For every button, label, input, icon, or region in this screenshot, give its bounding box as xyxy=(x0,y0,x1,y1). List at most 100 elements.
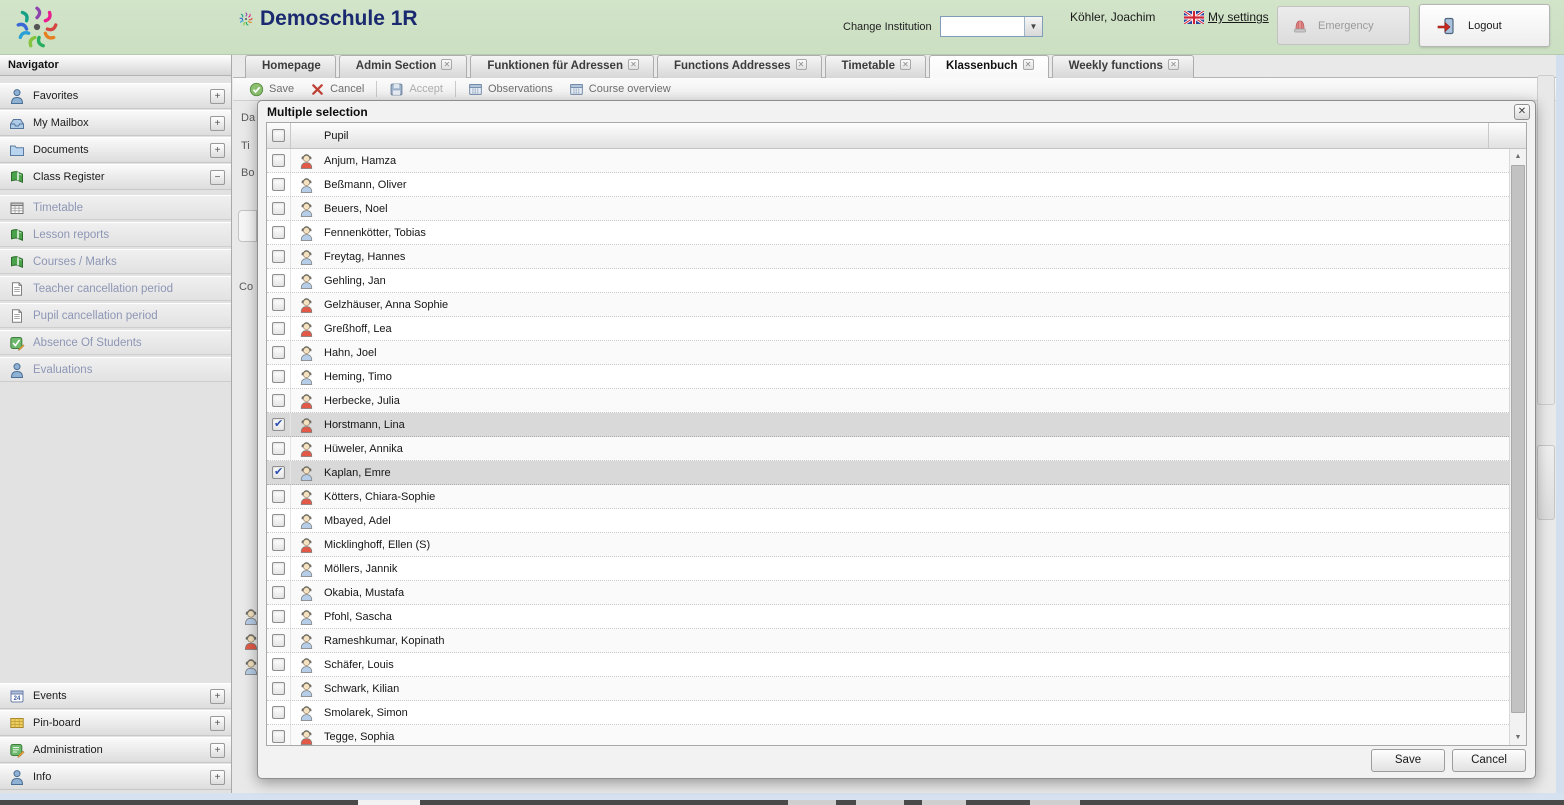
sidebar-group[interactable]: Events + xyxy=(0,683,231,709)
expand-toggle-button[interactable]: + xyxy=(210,716,225,731)
sidebar-group[interactable]: Pin-board + xyxy=(0,710,231,736)
scroll-down-icon[interactable]: ▼ xyxy=(1510,730,1526,745)
dialog-close-icon[interactable]: ✕ xyxy=(1514,104,1530,120)
tab[interactable]: Klassenbuch ✕ xyxy=(929,55,1049,79)
toolbar-save-button[interactable]: Save xyxy=(241,82,302,97)
emergency-button[interactable]: Emergency xyxy=(1277,6,1410,45)
tab-close-icon[interactable]: ✕ xyxy=(1023,59,1034,70)
pupil-row[interactable]: Herbecke, Julia xyxy=(267,389,1509,413)
pupil-row[interactable]: Micklinghoff, Ellen (S) xyxy=(267,533,1509,557)
pupil-checkbox[interactable] xyxy=(272,490,285,503)
pupil-checkbox[interactable] xyxy=(272,178,285,191)
pupil-row[interactable]: Anjum, Hamza xyxy=(267,149,1509,173)
pupil-checkbox[interactable] xyxy=(272,610,285,623)
pupil-checkbox[interactable] xyxy=(272,442,285,455)
sidebar-group[interactable]: Info + xyxy=(0,764,231,790)
tab-close-icon[interactable]: ✕ xyxy=(1168,59,1179,70)
pupil-checkbox[interactable] xyxy=(272,370,285,383)
pupil-column-header[interactable]: Pupil xyxy=(291,123,1488,148)
pupil-checkbox[interactable] xyxy=(272,418,285,431)
toolbar-observations-button[interactable]: Observations xyxy=(460,82,561,97)
scroll-up-icon[interactable]: ▲ xyxy=(1510,149,1526,164)
toolbar-accept-button[interactable]: Accept xyxy=(381,82,451,97)
sidebar-item[interactable]: Courses / Marks xyxy=(0,249,231,274)
list-scrollbar[interactable]: ▲ ▼ xyxy=(1509,149,1526,745)
sidebar-item[interactable]: Evaluations xyxy=(0,357,231,382)
expand-toggle-button[interactable]: + xyxy=(210,743,225,758)
sidebar-group[interactable]: Favorites + xyxy=(0,83,231,109)
tab[interactable]: Homepage xyxy=(245,55,336,78)
sidebar-item[interactable]: Pupil cancellation period xyxy=(0,303,231,328)
pupil-row[interactable]: Okabia, Mustafa xyxy=(267,581,1509,605)
pupil-checkbox[interactable] xyxy=(272,514,285,527)
sidebar-group[interactable]: Class Register − xyxy=(0,164,231,190)
institution-select[interactable]: ▼ xyxy=(940,16,1043,37)
pupil-row[interactable]: Pfohl, Sascha xyxy=(267,605,1509,629)
pupil-row[interactable]: Kaplan, Emre xyxy=(267,461,1509,485)
pupil-row[interactable]: Hahn, Joel xyxy=(267,341,1509,365)
pupil-checkbox[interactable] xyxy=(272,274,285,287)
sidebar-group[interactable]: My Mailbox + xyxy=(0,110,231,136)
tab-close-icon[interactable]: ✕ xyxy=(796,59,807,70)
sidebar-item[interactable]: Teacher cancellation period xyxy=(0,276,231,301)
my-settings-link[interactable]: My settings xyxy=(1208,10,1269,24)
sidebar-item[interactable]: Timetable xyxy=(0,195,231,220)
pupil-checkbox[interactable] xyxy=(272,562,285,575)
select-all-checkbox[interactable] xyxy=(272,129,285,142)
pupil-row[interactable]: Freytag, Hannes xyxy=(267,245,1509,269)
pupil-row[interactable]: Rameshkumar, Kopinath xyxy=(267,629,1509,653)
tab-close-icon[interactable]: ✕ xyxy=(900,59,911,70)
language-flag-icon[interactable] xyxy=(1184,11,1204,24)
sidebar-item[interactable]: Lesson reports xyxy=(0,222,231,247)
pupil-row[interactable]: Horstmann, Lina xyxy=(267,413,1509,437)
toolbar-course-overview-button[interactable]: Course overview xyxy=(561,82,679,97)
toolbar-cancel-button[interactable]: Cancel xyxy=(302,82,372,97)
tab[interactable]: Weekly functions ✕ xyxy=(1052,55,1194,78)
pupil-checkbox[interactable] xyxy=(272,466,285,479)
pupil-checkbox[interactable] xyxy=(272,226,285,239)
pupil-checkbox[interactable] xyxy=(272,346,285,359)
pupil-row[interactable]: Hüweler, Annika xyxy=(267,437,1509,461)
expand-toggle-button[interactable]: + xyxy=(210,143,225,158)
dialog-cancel-button[interactable]: Cancel xyxy=(1452,749,1526,772)
pupil-checkbox[interactable] xyxy=(272,730,285,743)
pupil-checkbox[interactable] xyxy=(272,202,285,215)
sidebar-item[interactable]: Absence Of Students xyxy=(0,330,231,355)
pupil-row[interactable]: Schäfer, Louis xyxy=(267,653,1509,677)
pupil-checkbox[interactable] xyxy=(272,586,285,599)
pupil-checkbox[interactable] xyxy=(272,250,285,263)
pupil-row[interactable]: Gehling, Jan xyxy=(267,269,1509,293)
tab[interactable]: Functions Addresses ✕ xyxy=(657,55,822,78)
pupil-row[interactable]: Smolarek, Simon xyxy=(267,701,1509,725)
pupil-row[interactable]: Schwark, Kilian xyxy=(267,677,1509,701)
tab[interactable]: Timetable ✕ xyxy=(825,55,926,78)
tab[interactable]: Admin Section ✕ xyxy=(339,55,468,78)
dropdown-arrow-icon[interactable]: ▼ xyxy=(1024,17,1042,36)
pupil-checkbox[interactable] xyxy=(272,322,285,335)
expand-toggle-button[interactable]: − xyxy=(210,170,225,185)
pupil-row[interactable]: Fennenkötter, Tobias xyxy=(267,221,1509,245)
expand-toggle-button[interactable]: + xyxy=(210,770,225,785)
pupil-row[interactable]: Heming, Timo xyxy=(267,365,1509,389)
expand-toggle-button[interactable]: + xyxy=(210,89,225,104)
tab[interactable]: Funktionen für Adressen ✕ xyxy=(470,55,654,78)
pupil-row[interactable]: Greßhoff, Lea xyxy=(267,317,1509,341)
pupil-checkbox[interactable] xyxy=(272,154,285,167)
expand-toggle-button[interactable]: + xyxy=(210,689,225,704)
pupil-checkbox[interactable] xyxy=(272,538,285,551)
pupil-checkbox[interactable] xyxy=(272,682,285,695)
logout-button[interactable]: Logout xyxy=(1419,4,1550,47)
pupil-row[interactable]: Beßmann, Oliver xyxy=(267,173,1509,197)
pupil-checkbox[interactable] xyxy=(272,298,285,311)
sidebar-group[interactable]: Administration + xyxy=(0,737,231,763)
scrollbar-thumb[interactable] xyxy=(1511,165,1525,713)
pupil-checkbox[interactable] xyxy=(272,394,285,407)
expand-toggle-button[interactable]: + xyxy=(210,116,225,131)
dialog-save-button[interactable]: Save xyxy=(1371,749,1445,772)
pupil-row[interactable]: Beuers, Noel xyxy=(267,197,1509,221)
pupil-row[interactable]: Möllers, Jannik xyxy=(267,557,1509,581)
pupil-checkbox[interactable] xyxy=(272,634,285,647)
sidebar-group[interactable]: Documents + xyxy=(0,137,231,163)
pupil-row[interactable]: Mbayed, Adel xyxy=(267,509,1509,533)
pupil-row[interactable]: Tegge, Sophia xyxy=(267,725,1509,745)
